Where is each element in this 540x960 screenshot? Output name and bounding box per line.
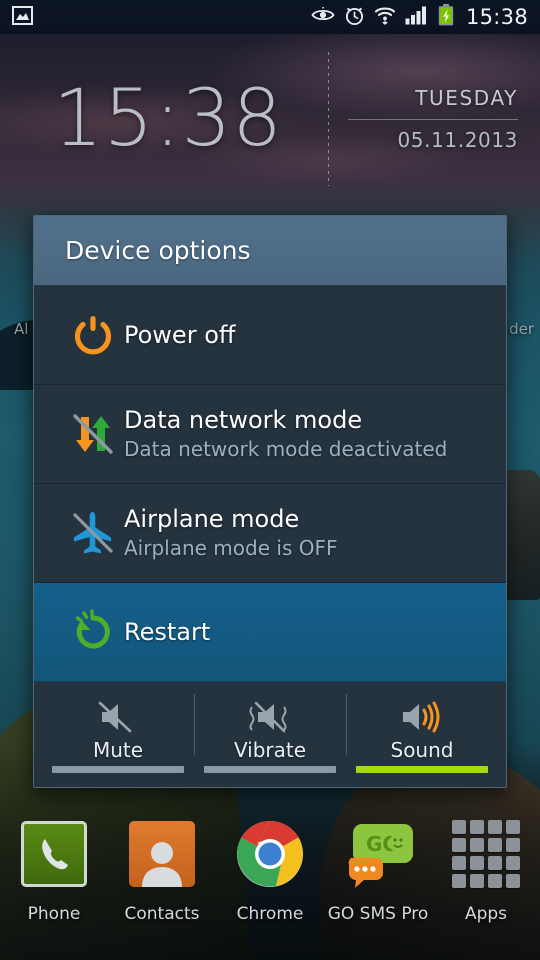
restart-icon (62, 607, 124, 657)
clock-widget-time: 15:38 (53, 74, 283, 164)
alarm-clock-icon (344, 5, 365, 30)
status-bar-system-icons: 15:38 (311, 4, 540, 30)
ringer-mode-mute[interactable]: Mute (42, 688, 194, 775)
status-bar-clock: 15:38 (465, 5, 528, 29)
clock-widget-day: TUESDAY (415, 86, 518, 110)
battery-charging-icon (438, 4, 454, 30)
lockscreen-clock-widget[interactable]: 15:38 TUESDAY 05.11.2013 (8, 44, 532, 194)
ringer-mode-sound[interactable]: Sound (346, 688, 498, 775)
dialog-header: Device options (34, 216, 506, 286)
option-title: Data network mode (124, 405, 363, 434)
dock-item-contacts[interactable]: Contacts (108, 810, 216, 950)
speaker-vibrate-icon (244, 698, 296, 736)
dock-item-apps[interactable]: Apps (432, 810, 540, 950)
dock-item-gosmspro[interactable]: GO GO SMS Pro (324, 810, 432, 950)
ringer-mode-indicator (52, 766, 184, 773)
home-app-label-partial-right[interactable]: der (509, 320, 534, 338)
clock-widget-rule (348, 119, 518, 120)
dock-item-label: Apps (464, 904, 508, 924)
go-sms-pro-icon: GO (342, 818, 414, 890)
option-row-restart[interactable]: Restart (34, 583, 506, 682)
dialog-title: Device options (65, 236, 251, 265)
device-options-dialog: Device options Power off Data network mo… (33, 215, 507, 788)
option-title: Power off (124, 320, 236, 349)
clock-widget-date: 05.11.2013 (397, 128, 518, 152)
option-row-data-network-mode[interactable]: Data network mode Data network mode deac… (34, 385, 506, 484)
option-text-power-off: Power off (124, 321, 235, 349)
dock-item-label: Contacts (124, 904, 200, 924)
option-text-data-network-mode: Data network mode Data network mode deac… (124, 406, 447, 462)
ringer-mode-row: Mute Vibrate Sound (34, 682, 506, 787)
phone-icon (18, 818, 90, 890)
ringer-mode-label: Mute (92, 738, 144, 762)
option-row-airplane-mode[interactable]: Airplane mode Airplane mode is OFF (34, 484, 506, 583)
ringer-mode-indicator-active (356, 766, 488, 773)
option-text-airplane-mode: Airplane mode Airplane mode is OFF (124, 505, 337, 561)
gallery-icon (12, 5, 33, 29)
option-subtitle: Airplane mode is OFF (124, 536, 338, 561)
option-text-restart: Restart (124, 618, 210, 646)
ringer-mode-vibrate[interactable]: Vibrate (194, 688, 346, 775)
apps-grid-icon (450, 818, 522, 890)
dock-item-label: Phone (27, 904, 81, 924)
option-title: Restart (124, 617, 211, 646)
chrome-icon (234, 818, 306, 890)
home-app-label-partial-left[interactable]: Al (14, 320, 28, 338)
clock-widget-datebox: TUESDAY 05.11.2013 (329, 44, 532, 194)
signal-bars-icon (405, 6, 429, 29)
speaker-sound-icon (398, 698, 446, 736)
dock-item-chrome[interactable]: Chrome (216, 810, 324, 950)
ringer-mode-label: Sound (390, 738, 454, 762)
wifi-icon (374, 5, 396, 29)
option-title: Airplane mode (124, 504, 300, 533)
airplane-mode-off-icon (62, 508, 124, 558)
smart-stay-eye-icon (311, 7, 335, 27)
dock-item-label: Chrome (236, 904, 304, 924)
option-row-power-off[interactable]: Power off (34, 286, 506, 385)
ringer-mode-label: Vibrate (233, 738, 307, 762)
ringer-mode-indicator (204, 766, 336, 773)
option-subtitle: Data network mode deactivated (124, 437, 448, 462)
speaker-mute-icon (96, 698, 140, 736)
dock-item-label: GO SMS Pro (327, 904, 429, 924)
status-bar-notifications (0, 5, 33, 29)
contacts-icon (126, 818, 198, 890)
power-off-icon (62, 311, 124, 359)
phone-screen: 15:38 15:38 TUESDAY 05.11.2013 Al der De… (0, 0, 540, 960)
data-network-disabled-icon (62, 409, 124, 459)
dock-item-phone[interactable]: Phone (0, 810, 108, 950)
status-bar[interactable]: 15:38 (0, 0, 540, 34)
dock: Phone Contacts Chrome GO GO SMS Pro Apps (0, 810, 540, 950)
